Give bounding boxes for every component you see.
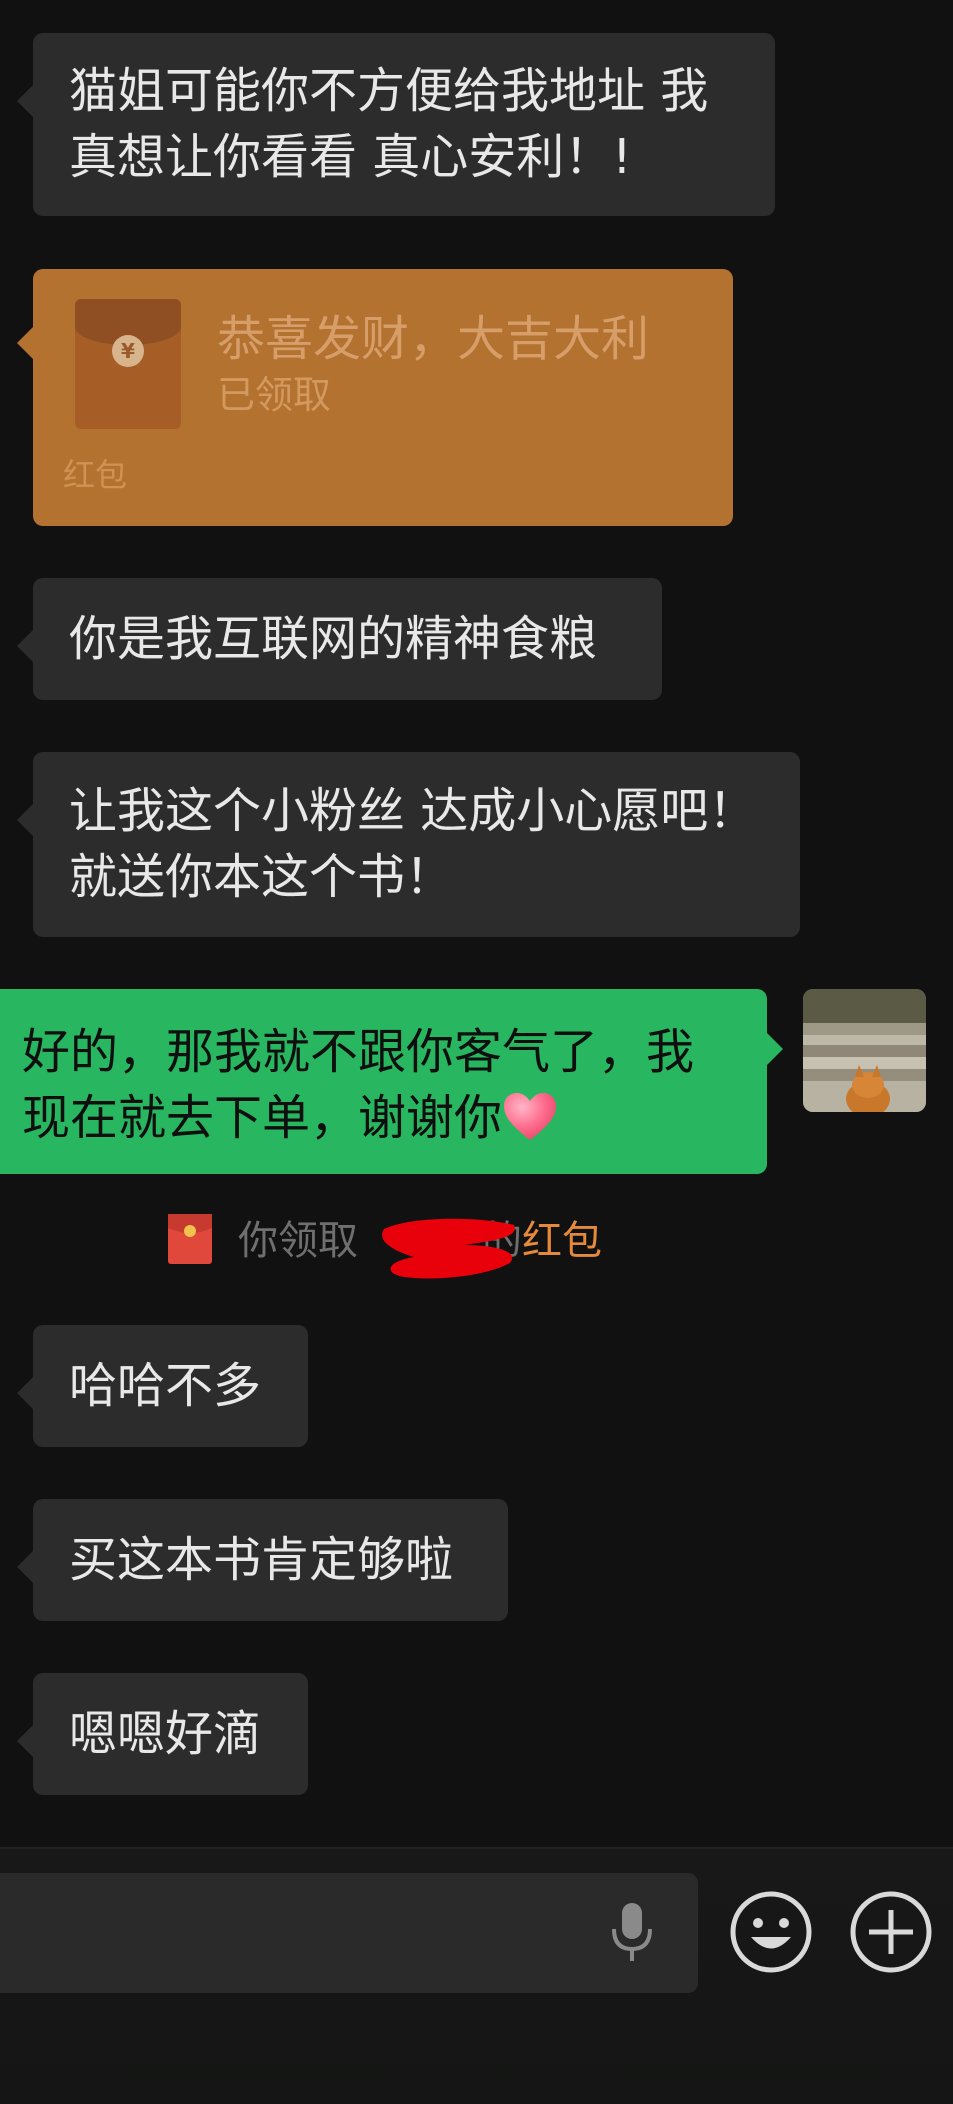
message-text: 嗯嗯好滴: [69, 1706, 262, 1762]
plus-circle-icon[interactable]: [849, 1890, 933, 1974]
input-bar: [0, 1847, 953, 2104]
message-bubble-incoming[interactable]: 猫姐可能你不方便给我地址 我 真想让你看看 真心安利！!: [17, 33, 775, 216]
red-packet-card[interactable]: ¥ 恭喜发财，大吉大利 已领取 红包: [17, 269, 733, 526]
red-packet-status: 已领取: [217, 373, 332, 417]
message-text: 哈哈不多: [69, 1358, 262, 1414]
message-bubble-incoming[interactable]: 嗯嗯好滴: [17, 1673, 308, 1795]
heart-emoji: [504, 1093, 557, 1140]
message-text: 让我这个小粉丝 达成小心愿吧！ 就送你本这个书！: [69, 783, 757, 905]
red-packet-link[interactable]: 红包: [522, 1218, 602, 1264]
red-packet-label: 红包: [63, 456, 128, 494]
avatar-photo: [803, 989, 926, 1112]
redaction-scribble: [382, 1218, 515, 1279]
system-prefix: 你领取: [238, 1218, 358, 1264]
message-text: 猫姐可能你不方便给我地址 我 真想让你看看 真心安利！!: [69, 63, 709, 185]
microphone-icon[interactable]: [608, 1901, 656, 1965]
red-envelope-icon: ¥: [75, 299, 181, 429]
message-bubble-incoming[interactable]: 买这本书肯定够啦: [17, 1499, 508, 1621]
message-input[interactable]: [0, 1873, 698, 1993]
message-bubble-incoming[interactable]: 哈哈不多: [17, 1325, 308, 1447]
message-text: 买这本书肯定够啦: [69, 1532, 454, 1588]
message-bubble-outgoing[interactable]: 好的，那我就不跟你客气了，我 现在就去下单，谢谢你: [0, 989, 783, 1174]
red-envelope-icon: [168, 1214, 212, 1264]
coin-icon: ¥: [112, 335, 144, 367]
red-packet-title: 恭喜发财，大吉大利: [217, 311, 650, 367]
smiley-icon[interactable]: [729, 1890, 813, 1974]
message-text: 你是我互联网的精神食粮: [69, 611, 598, 667]
message-bubble-incoming[interactable]: 你是我互联网的精神食粮: [17, 578, 662, 700]
avatar[interactable]: [803, 989, 926, 1112]
message-bubble-incoming[interactable]: 让我这个小粉丝 达成小心愿吧！ 就送你本这个书！: [17, 752, 800, 937]
message-text: 好的，那我就不跟你客气了，我 现在就去下单，谢谢你: [22, 1024, 695, 1146]
